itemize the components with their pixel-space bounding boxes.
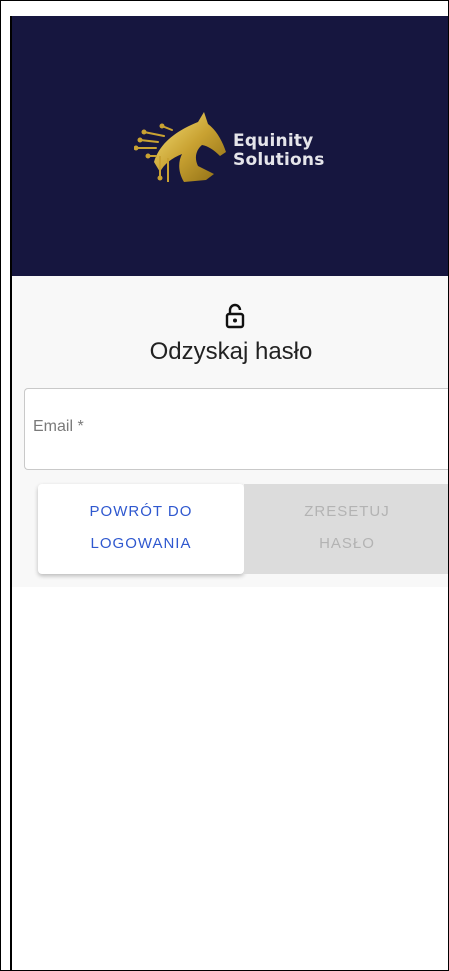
horse-head-gold-icon	[134, 112, 226, 182]
back-to-login-label-line1: POWRÓT DO	[89, 503, 193, 520]
back-to-login-button[interactable]: POWRÓT DO LOGOWANIA	[38, 484, 244, 574]
email-field-label: Email *	[33, 418, 84, 435]
app-viewport: Equinity Solutions Odzyskaj hasło Email …	[10, 16, 448, 970]
brand-name: Equinity Solutions	[233, 132, 325, 170]
reset-password-label-line1: ZRESETUJ	[304, 503, 390, 520]
reset-password-label-line2: HASŁO	[319, 535, 375, 552]
brand-logo: Equinity Solutions	[134, 112, 344, 192]
brand-name-line2: Solutions	[233, 150, 325, 170]
recovery-card: Odzyskaj hasło Email * POWRÓT DO LOGOWAN…	[12, 276, 448, 587]
brand-header: Equinity Solutions	[12, 16, 448, 276]
lock-open-icon	[225, 303, 245, 329]
page-title: Odzyskaj hasło	[149, 338, 313, 365]
email-field[interactable]: Email *	[24, 388, 448, 470]
reset-password-button[interactable]: ZRESETUJ HASŁO	[244, 484, 448, 574]
screenshot-frame: Equinity Solutions Odzyskaj hasło Email …	[0, 0, 449, 971]
back-to-login-label-line2: LOGOWANIA	[90, 535, 192, 552]
brand-name-line1: Equinity	[233, 131, 314, 151]
